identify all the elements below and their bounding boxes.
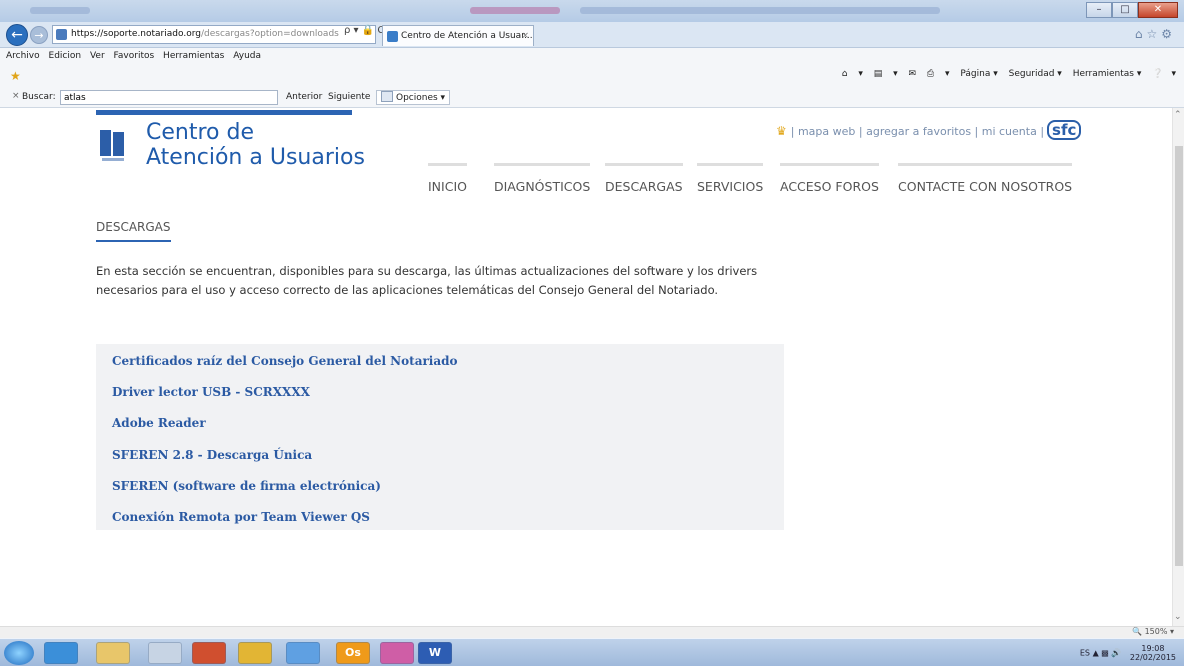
download-link-sferen[interactable]: SFEREN (software de firma electrónica) <box>112 479 381 493</box>
tray-lang[interactable]: ES <box>1080 649 1090 658</box>
find-input[interactable] <box>60 90 278 105</box>
minimize-button[interactable]: – <box>1086 2 1112 18</box>
section-underline <box>96 240 171 242</box>
forward-button[interactable]: → <box>30 26 48 44</box>
taskbar-word-icon[interactable]: W <box>418 642 452 664</box>
tab-close-icon[interactable]: × <box>521 26 529 46</box>
tab-title: Centro de Atención a Usuar... <box>401 31 533 41</box>
address-row: ← → https://soporte.notariado.org/descar… <box>0 22 1184 48</box>
scroll-down-icon[interactable]: ⌄ <box>1174 612 1182 622</box>
home-menu-icon[interactable]: ⌂ ▾ <box>842 69 863 79</box>
site-favicon-icon <box>56 29 67 40</box>
title-blur <box>30 7 90 14</box>
download-link-sferen-28[interactable]: SFEREN 2.8 - Descarga Única <box>112 448 312 462</box>
header-top-line <box>96 110 352 115</box>
title-blur <box>470 7 560 14</box>
menu-archivo[interactable]: Archivo <box>6 48 40 64</box>
find-bar: × Buscar: Anterior Siguiente Opciones ▾ <box>0 88 1184 108</box>
taskbar-itunes-icon[interactable] <box>380 642 414 664</box>
tray-volume-icon[interactable]: 🔊 <box>1111 649 1121 658</box>
taskbar-info-icon[interactable] <box>286 642 320 664</box>
window-titlebar: – □ ✕ <box>0 0 1184 22</box>
vertical-scrollbar[interactable]: ⌃ ⌄ <box>1172 108 1184 626</box>
top-links: ♛ | mapa web | agregar a favoritos | mi c… <box>776 120 1082 140</box>
url-host: https://soporte.notariado.org <box>71 29 201 39</box>
window-controls: – □ ✕ <box>1086 2 1178 18</box>
menu-edicion[interactable]: Edicion <box>49 48 82 64</box>
tray-clock[interactable]: 19:08 22/02/2015 <box>1130 644 1176 662</box>
windows-taskbar: Os W ES ▲ ▩ 🔊 19:08 22/02/2015 <box>0 638 1184 666</box>
tray-network-icon[interactable]: ▩ <box>1101 649 1109 658</box>
menu-ver[interactable]: Ver <box>90 48 105 64</box>
scroll-up-icon[interactable]: ⌃ <box>1174 110 1182 120</box>
home-icon[interactable]: ⌂ <box>1135 27 1147 41</box>
favorites-star-icon[interactable]: ☆ <box>1146 27 1161 41</box>
tray-arrow-icon[interactable]: ▲ <box>1093 649 1099 658</box>
site-title[interactable]: Centro de Atención a Usuarios <box>146 120 365 170</box>
taskbar-chrome-icon[interactable] <box>238 642 272 664</box>
help-menu-icon[interactable]: ❔ ▾ <box>1152 69 1176 79</box>
find-next-button[interactable]: Siguiente <box>328 92 370 102</box>
scrollbar-thumb[interactable] <box>1175 146 1183 566</box>
taskbar-outlook-icon[interactable]: Os <box>336 642 370 664</box>
find-prev-button[interactable]: Anterior <box>286 92 322 102</box>
address-bar[interactable]: https://soporte.notariado.org/descargas?… <box>52 25 376 44</box>
command-bar: ⌂ ▾ ▤ ▾ ✉ ⎙ ▾ Página ▾ Seguridad ▾ Herra… <box>834 69 1176 79</box>
taskbar-file-icon[interactable] <box>148 642 182 664</box>
taskbar-folder-icon[interactable] <box>96 642 130 664</box>
nav-diagnosticos[interactable]: DIAGNÓSTICOS <box>494 163 591 194</box>
section-title: DESCARGAS <box>96 220 171 234</box>
nav-inicio[interactable]: INICIO <box>428 163 467 194</box>
print-menu-icon[interactable]: ⎙ ▾ <box>927 69 950 79</box>
highlight-pen-icon <box>381 91 393 102</box>
top-links-text[interactable]: | mapa web | agregar a favoritos | mi cu… <box>791 125 1044 138</box>
find-label: Buscar: <box>22 92 56 102</box>
taskbar-ie-icon[interactable] <box>44 642 78 664</box>
menu-herramientas[interactable]: Herramientas <box>163 48 224 64</box>
start-button[interactable] <box>4 641 34 665</box>
menu-bar: Archivo Edicion Ver Favoritos Herramient… <box>0 48 1184 64</box>
address-tools[interactable]: ρ ▾ 🔒 C <box>344 25 384 36</box>
download-link-certificados[interactable]: Certificados raíz del Consejo General de… <box>112 354 458 368</box>
nav-acceso-foros[interactable]: ACCESO FOROS <box>780 163 879 194</box>
find-options-button[interactable]: Opciones ▾ <box>376 90 451 105</box>
settings-gear-icon[interactable]: ⚙ <box>1161 27 1176 41</box>
download-link-driver-usb[interactable]: Driver lector USB - SCRXXXX <box>112 385 310 399</box>
notariado-logo-icon <box>100 130 126 170</box>
nav-contacte[interactable]: CONTACTE CON NOSOTROS <box>898 163 1073 194</box>
intro-text: En esta sección se encuentran, disponibl… <box>96 264 758 297</box>
menu-favoritos[interactable]: Favoritos <box>114 48 155 64</box>
favorites-bar: ★ ⌂ ▾ ▤ ▾ ✉ ⎙ ▾ Página ▾ Seguridad ▾ Her… <box>0 64 1184 88</box>
close-window-button[interactable]: ✕ <box>1138 2 1178 18</box>
sfc-logo[interactable]: sfc <box>1047 120 1082 140</box>
system-tray: ES ▲ ▩ 🔊 19:08 22/02/2015 <box>1080 644 1176 662</box>
feeds-menu-icon[interactable]: ▤ ▾ <box>874 69 898 79</box>
title-blur <box>580 7 940 14</box>
back-button[interactable]: ← <box>6 24 28 46</box>
tab-favicon-icon <box>387 31 398 42</box>
pagina-menu[interactable]: Página ▾ <box>960 69 997 79</box>
download-link-adobe-reader[interactable]: Adobe Reader <box>112 416 206 430</box>
browser-right-icons: ⌂☆⚙ <box>1135 27 1176 41</box>
browser-tab[interactable]: Centro de Atención a Usuar... × <box>382 25 534 46</box>
taskbar-office-icon[interactable] <box>192 642 226 664</box>
seguridad-menu[interactable]: Seguridad ▾ <box>1009 69 1062 79</box>
mail-icon[interactable]: ✉ <box>909 69 917 79</box>
herramientas-menu[interactable]: Herramientas ▾ <box>1073 69 1142 79</box>
favorites-star-icon[interactable]: ★ <box>10 69 21 83</box>
nav-descargas[interactable]: DESCARGAS <box>605 163 683 194</box>
menu-ayuda[interactable]: Ayuda <box>233 48 261 64</box>
nav-servicios[interactable]: SERVICIOS <box>697 163 764 194</box>
page-content: Centro de Atención a Usuarios ♛ | mapa we… <box>0 108 1172 626</box>
key-icon: ♛ <box>776 124 787 138</box>
find-close-icon[interactable]: × <box>12 91 20 101</box>
url-path: /descargas?option=downloads <box>200 29 339 39</box>
downloads-list: Certificados raíz del Consejo General de… <box>96 344 784 530</box>
zoom-level[interactable]: 🔍 150% ▾ <box>1132 627 1174 636</box>
maximize-button[interactable]: □ <box>1112 2 1138 18</box>
status-bar: 🔍 150% ▾ <box>0 626 1184 638</box>
download-link-teamviewer[interactable]: Conexión Remota por Team Viewer QS <box>112 510 370 524</box>
